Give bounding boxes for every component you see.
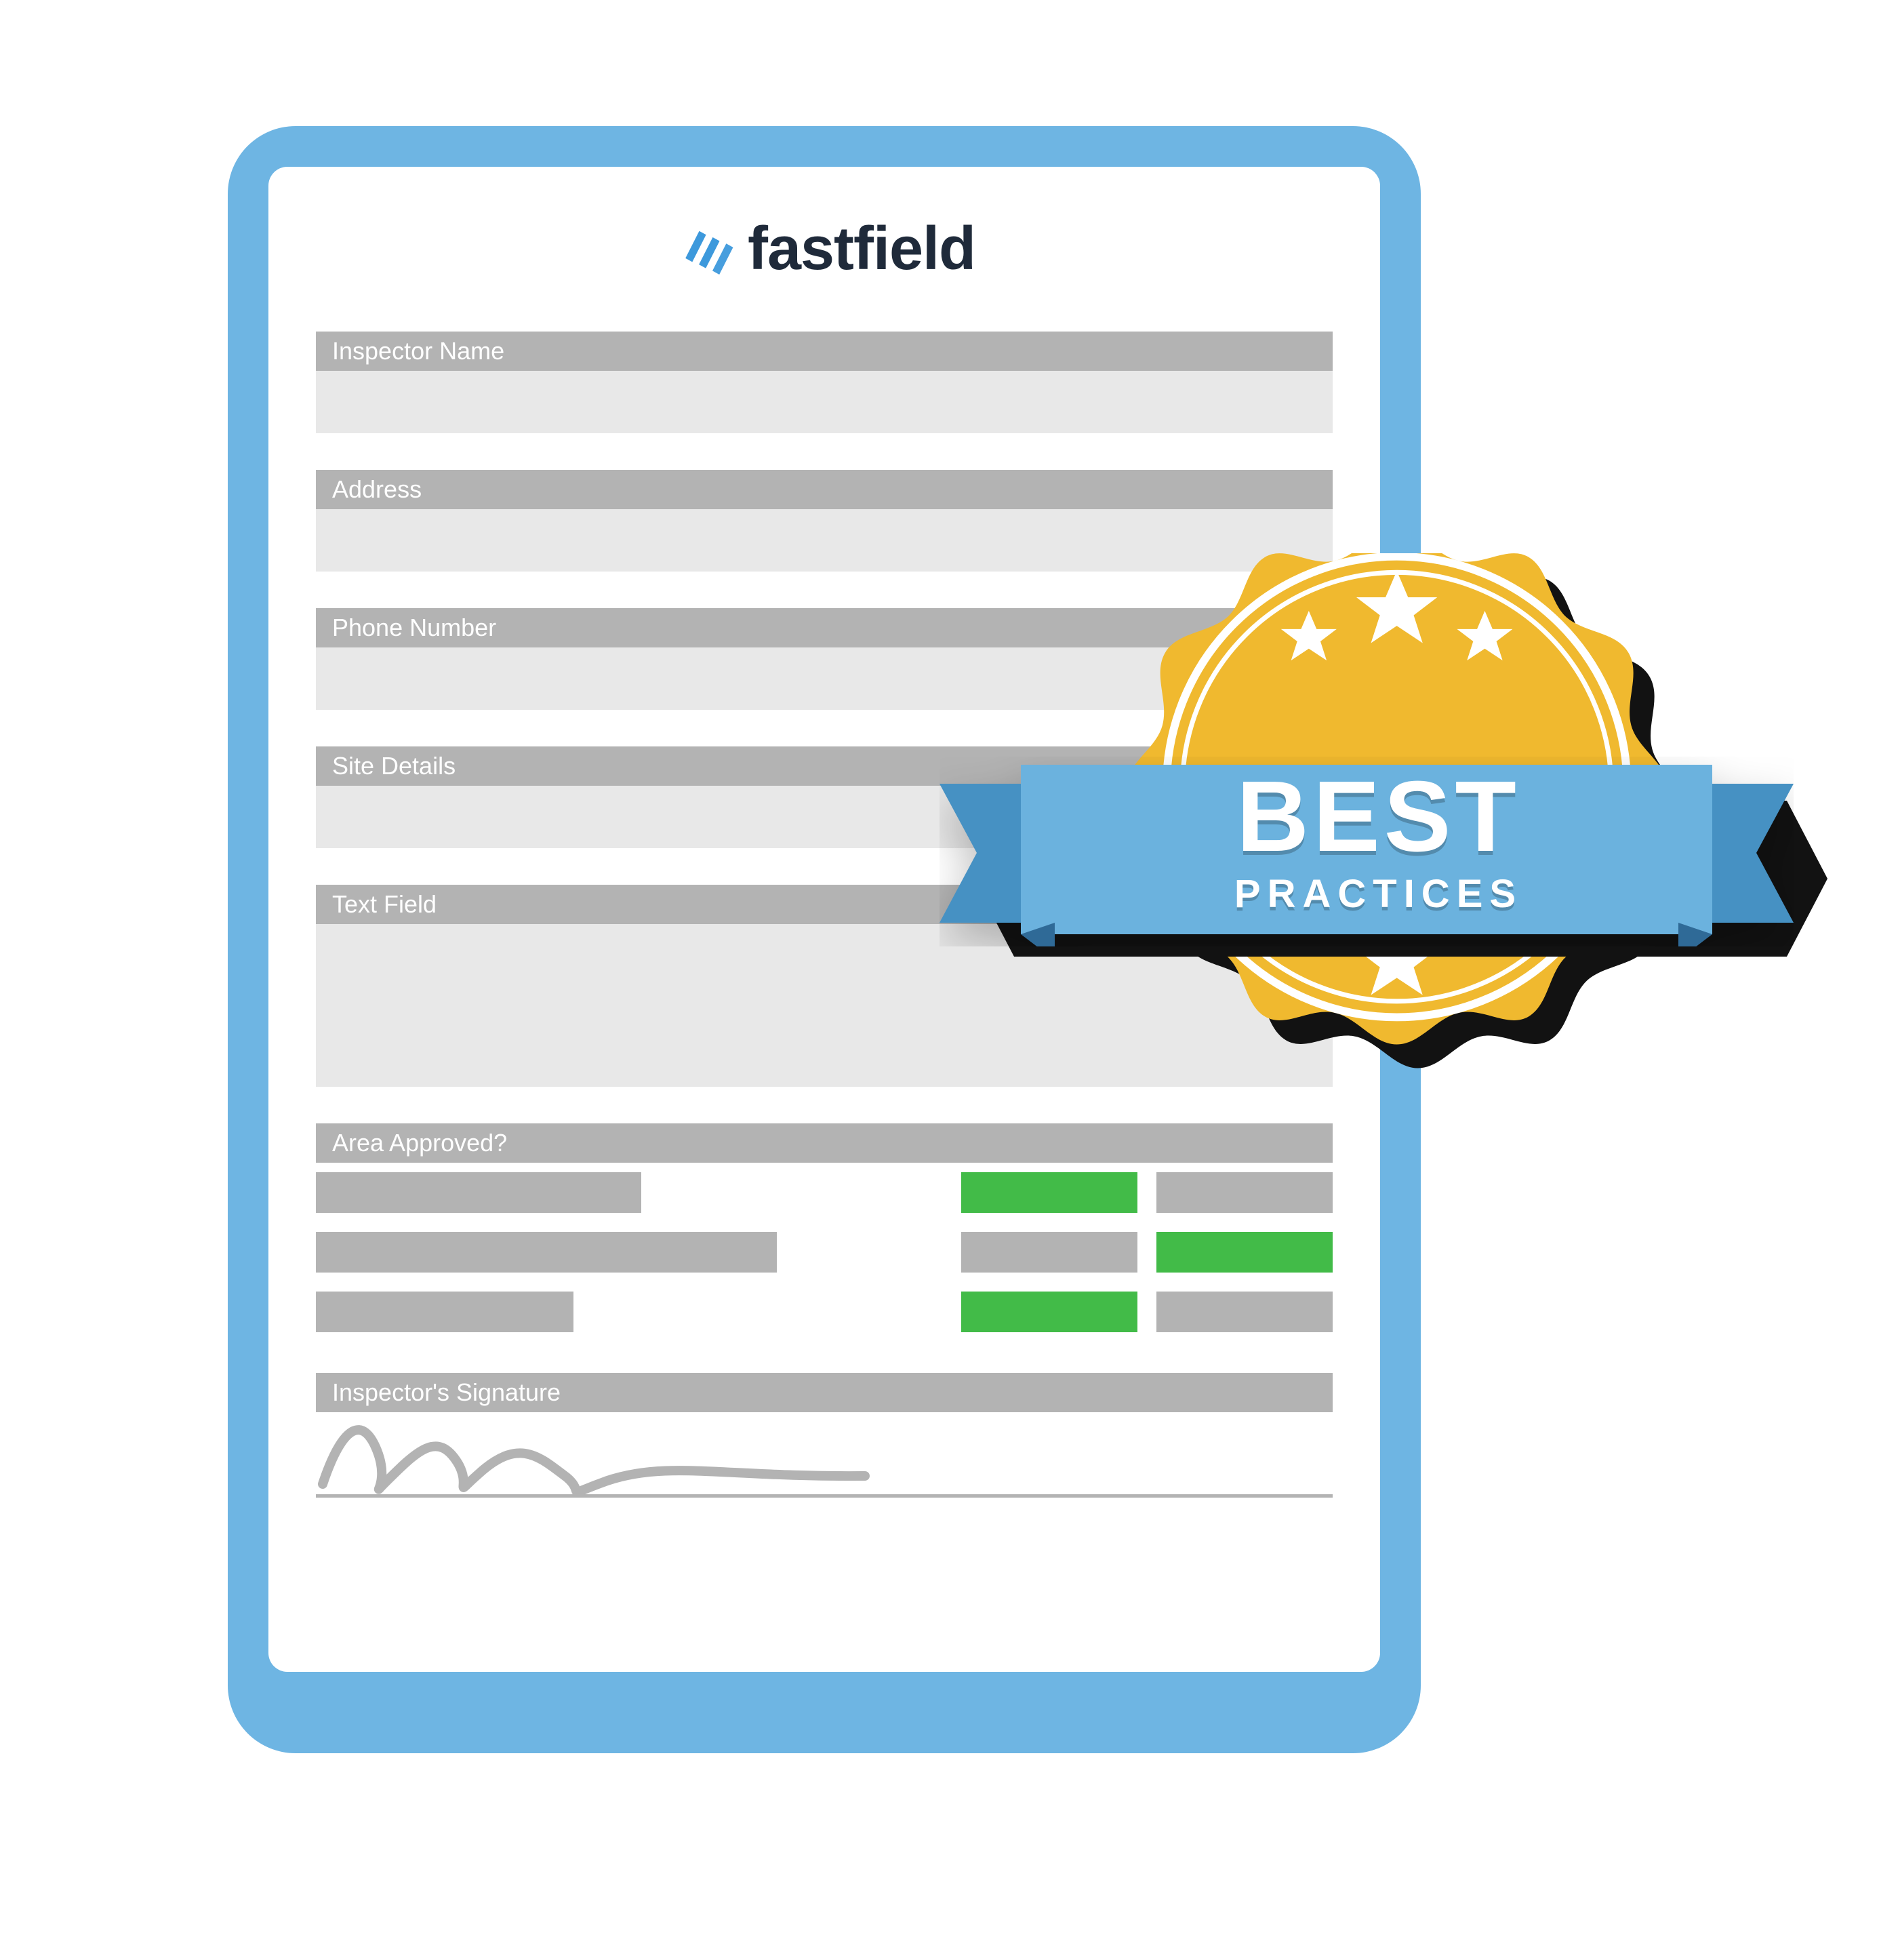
approved-row-2-yes[interactable]	[961, 1232, 1137, 1273]
label-site-details: Site Details	[316, 746, 1333, 786]
approved-row-2	[316, 1232, 1333, 1273]
label-phone: Phone Number	[316, 608, 1333, 647]
signature-pad[interactable]	[316, 1416, 1333, 1498]
approved-row-3-no[interactable]	[1156, 1292, 1333, 1332]
field-address: Address	[316, 470, 1333, 572]
approved-row-3	[316, 1292, 1333, 1332]
approved-row-3-label	[316, 1292, 573, 1332]
approved-row-3-yes[interactable]	[961, 1292, 1137, 1332]
form-surface: fastfield Inspector Name Address Phone N…	[268, 167, 1380, 1672]
input-address[interactable]	[316, 509, 1333, 572]
approved-row-1-no[interactable]	[1156, 1172, 1333, 1213]
approved-row-1-yes[interactable]	[961, 1172, 1137, 1213]
label-signature: Inspector's Signature	[316, 1373, 1333, 1412]
approved-row-1-label	[316, 1172, 641, 1213]
brand-name: fastfield	[748, 214, 975, 284]
field-signature: Inspector's Signature	[316, 1373, 1333, 1498]
approved-row-2-no[interactable]	[1156, 1232, 1333, 1273]
label-inspector-name: Inspector Name	[316, 332, 1333, 371]
input-inspector-name[interactable]	[316, 371, 1333, 433]
tablet-frame: fastfield Inspector Name Address Phone N…	[228, 126, 1421, 1753]
approved-row-1	[316, 1172, 1333, 1213]
label-area-approved: Area Approved?	[316, 1123, 1333, 1163]
input-site-details[interactable]	[316, 786, 1333, 848]
label-text: Text Field	[316, 885, 1333, 924]
brand-logo-icon	[673, 218, 734, 279]
approved-rows	[316, 1172, 1333, 1332]
field-text: Text Field	[316, 885, 1333, 1087]
input-text-field[interactable]	[316, 924, 1333, 1087]
brand-logo: fastfield	[316, 214, 1333, 284]
approved-row-2-label	[316, 1232, 777, 1273]
field-site-details: Site Details	[316, 746, 1333, 848]
field-phone: Phone Number	[316, 608, 1333, 710]
input-phone[interactable]	[316, 647, 1333, 710]
signature-scribble-icon	[316, 1409, 872, 1504]
label-address: Address	[316, 470, 1333, 509]
field-inspector-name: Inspector Name	[316, 332, 1333, 433]
field-area-approved: Area Approved?	[316, 1123, 1333, 1332]
